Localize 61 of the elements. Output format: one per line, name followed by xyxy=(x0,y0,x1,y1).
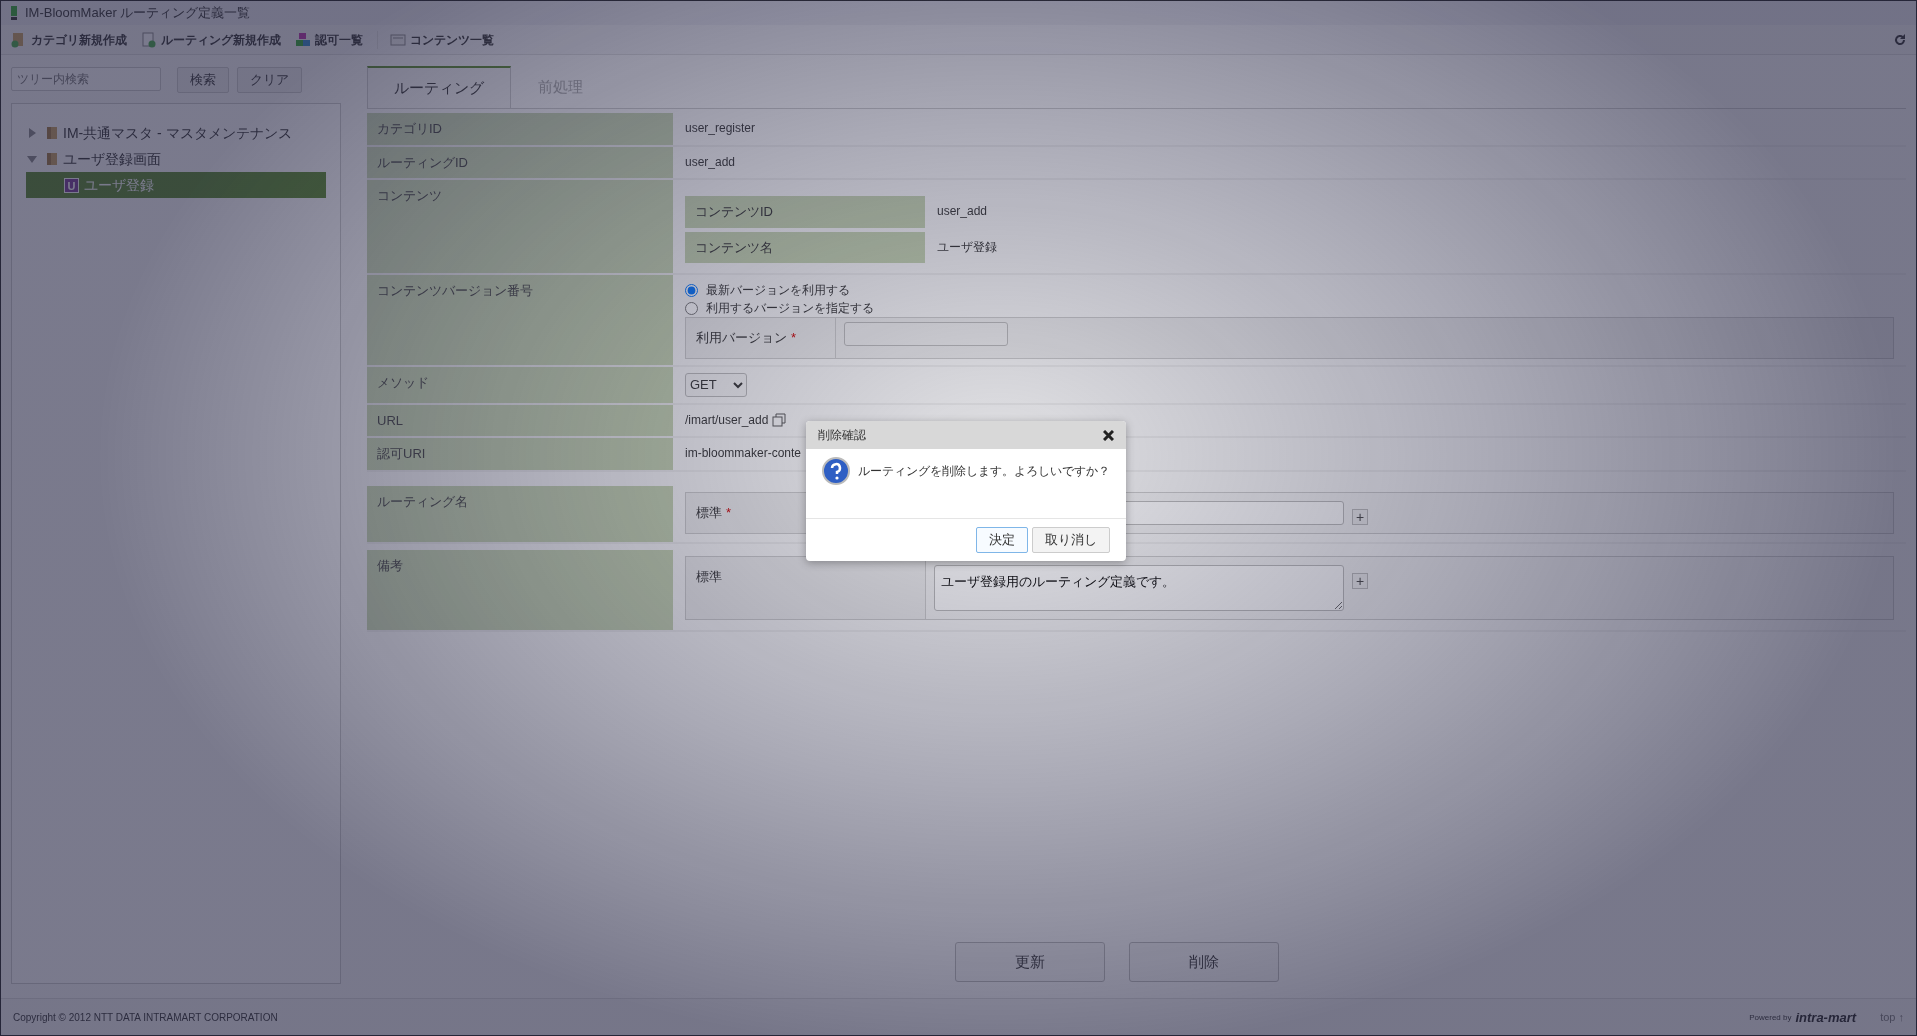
folder-icon xyxy=(46,152,58,166)
field-value: user_register xyxy=(685,121,756,135)
version-field[interactable] xyxy=(844,322,1008,346)
toolbar-button[interactable]: カテゴリ新規作成 xyxy=(11,30,141,49)
field-label: 利用バージョン xyxy=(696,329,787,347)
option-label: 最新バージョンを利用する xyxy=(706,282,850,299)
field-label: コンテンツバージョン番号 xyxy=(367,275,673,365)
question-icon xyxy=(822,457,850,485)
method-select[interactable]: GET xyxy=(685,372,747,397)
page-add-icon xyxy=(141,31,157,48)
field-label: コンテンツ xyxy=(367,180,673,273)
add-button[interactable]: + xyxy=(1352,572,1368,589)
tree-node[interactable]: IM-共通マスタ - マスタメンテナンス xyxy=(46,120,292,146)
tree-node[interactable]: ユーザ登録画面 xyxy=(46,146,161,172)
copyright-text: Copyright © 2012 NTT DATA INTRAMART CORPORATION xyxy=(13,1011,278,1025)
clear-button[interactable]: クリア xyxy=(237,67,302,93)
toolbar-button[interactable]: ルーティング新規作成 xyxy=(141,30,295,49)
close-button[interactable] xyxy=(1103,429,1114,441)
option-label: 利用するバージョンを指定する xyxy=(706,300,874,317)
dialog-title: 削除確認 xyxy=(818,427,866,444)
field-label: コンテンツID xyxy=(685,196,925,228)
locale-label: 標準 xyxy=(696,567,722,586)
field-value: im-bloommaker-conte xyxy=(685,446,802,460)
blocks-icon xyxy=(295,31,311,48)
confirm-button[interactable]: 決定 xyxy=(976,527,1028,553)
radio-button[interactable] xyxy=(685,283,698,297)
tree-node[interactable]: U ユーザ登録 xyxy=(26,172,326,198)
refresh-icon xyxy=(1894,33,1906,46)
field-value: user_add xyxy=(685,154,736,169)
app-icon xyxy=(11,6,17,20)
brand-logo: intra-mart xyxy=(1795,1008,1857,1027)
powered-text: Powered by xyxy=(1749,1011,1792,1024)
field-label: カテゴリID xyxy=(367,113,673,145)
field-label: ルーティング名 xyxy=(367,485,673,542)
badge-icon: U xyxy=(64,177,79,193)
window-icon xyxy=(390,31,406,48)
remarks-field[interactable]: ユーザ登録用のルーティング定義です。 xyxy=(934,564,1344,611)
copy-icon xyxy=(772,412,787,427)
toolbar-button[interactable]: コンテンツ一覧 xyxy=(377,30,508,49)
field-label: 認可URI xyxy=(367,438,673,470)
add-button[interactable]: + xyxy=(1352,508,1368,525)
cancel-button[interactable]: 取り消し xyxy=(1032,527,1110,553)
field-label: 備考 xyxy=(367,549,673,630)
toolbar-button[interactable]: 認可一覧 xyxy=(295,30,377,49)
dialog-message: ルーティングを削除します。よろしいですか？ xyxy=(858,463,1110,480)
field-label: URL xyxy=(367,404,673,436)
field-value: user_add xyxy=(936,203,989,220)
folder-icon xyxy=(46,126,58,140)
update-button[interactable]: 更新 xyxy=(954,942,1105,982)
tab[interactable]: ルーティング xyxy=(367,66,511,108)
locale-label: 標準 xyxy=(696,503,722,522)
radio-button[interactable] xyxy=(685,301,698,315)
field-label: メソッド xyxy=(367,366,673,403)
delete-button[interactable]: 削除 xyxy=(1128,942,1279,982)
required-mark: * xyxy=(726,503,732,522)
field-value: ユーザ登録 xyxy=(936,238,998,256)
close-icon xyxy=(1103,429,1114,441)
search-button[interactable]: 検索 xyxy=(177,67,229,93)
required-mark: * xyxy=(791,329,797,347)
field-label: コンテンツ名 xyxy=(685,231,925,263)
field-value: /imart/user_add xyxy=(685,411,769,429)
